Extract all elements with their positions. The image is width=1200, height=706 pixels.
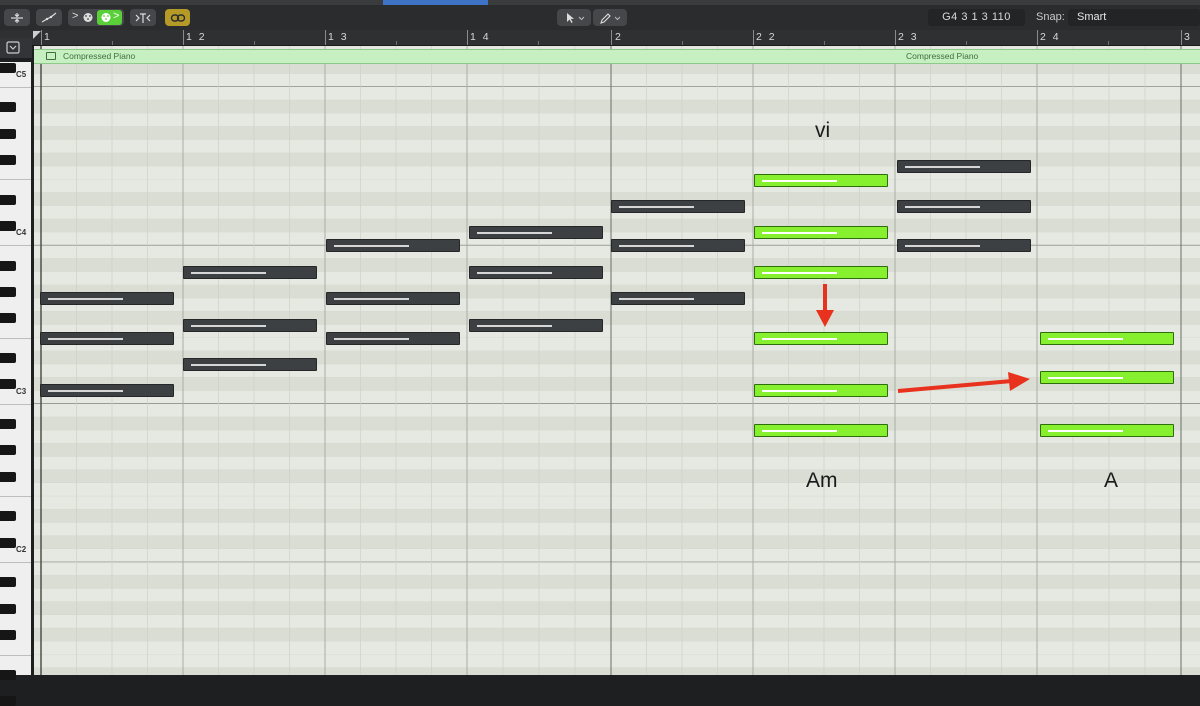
ruler-mark: 1 bbox=[44, 31, 52, 43]
black-key[interactable] bbox=[0, 696, 16, 706]
midi-note[interactable] bbox=[611, 292, 745, 305]
midi-note[interactable] bbox=[469, 226, 603, 239]
midi-note[interactable] bbox=[183, 358, 317, 371]
black-key[interactable] bbox=[0, 471, 16, 482]
link-icon[interactable] bbox=[165, 9, 190, 26]
region-name: Compressed Piano bbox=[63, 51, 136, 61]
region-header[interactable]: Compressed Piano Compressed Piano bbox=[34, 49, 1200, 64]
black-key[interactable] bbox=[0, 260, 16, 271]
black-key[interactable] bbox=[0, 379, 16, 390]
black-key[interactable] bbox=[0, 537, 16, 548]
midi-note[interactable] bbox=[40, 384, 174, 397]
vertical-scrollbar[interactable] bbox=[1184, 46, 1200, 675]
midi-note[interactable] bbox=[469, 266, 603, 279]
midi-note[interactable] bbox=[326, 239, 460, 252]
roman-numeral-label: vi bbox=[815, 119, 831, 142]
midi-note-selected[interactable] bbox=[1040, 332, 1174, 345]
midi-note[interactable] bbox=[611, 200, 745, 213]
key-label-c3: C3 bbox=[16, 387, 27, 396]
ruler-mark: 1 4 bbox=[470, 31, 491, 43]
midi-plug-icon bbox=[83, 13, 93, 22]
midi-note[interactable] bbox=[40, 332, 174, 345]
black-key[interactable] bbox=[0, 577, 16, 588]
midi-note[interactable] bbox=[183, 266, 317, 279]
automation-curve-icon[interactable] bbox=[36, 9, 62, 26]
bar-ruler[interactable]: 1 1 2 1 3 1 4 2 2 2 2 3 2 4 3 bbox=[0, 30, 1200, 46]
midi-note-selected[interactable] bbox=[1040, 424, 1174, 437]
snap-select[interactable]: Smart bbox=[1068, 9, 1200, 26]
midi-note-selected[interactable] bbox=[754, 226, 888, 239]
midi-note-selected[interactable] bbox=[754, 384, 888, 397]
key-divider bbox=[0, 337, 31, 339]
black-key[interactable] bbox=[0, 194, 16, 205]
midi-thru-group: > > bbox=[68, 9, 124, 26]
midi-note-selected[interactable] bbox=[754, 174, 888, 187]
key-divider bbox=[0, 496, 31, 498]
black-key[interactable] bbox=[0, 313, 16, 324]
ruler-mark: 2 bbox=[615, 31, 623, 43]
black-key[interactable] bbox=[0, 603, 16, 614]
midi-note[interactable] bbox=[897, 200, 1031, 213]
midi-note[interactable] bbox=[326, 292, 460, 305]
selected-track-strip[interactable] bbox=[383, 0, 488, 5]
ruler-mark: 2 4 bbox=[1040, 31, 1061, 43]
track-strip bbox=[0, 0, 1200, 5]
midi-out-icon[interactable]: > bbox=[97, 10, 122, 25]
region-play-icon bbox=[46, 52, 56, 60]
key-label-c4: C4 bbox=[16, 228, 27, 237]
key-divider bbox=[0, 245, 31, 247]
pointer-tool-icon[interactable] bbox=[557, 9, 591, 26]
midi-note[interactable] bbox=[326, 332, 460, 345]
position-display: G4 3 1 3 110 bbox=[928, 9, 1025, 26]
black-key[interactable] bbox=[0, 221, 16, 231]
black-key[interactable] bbox=[0, 445, 16, 456]
region-name-repeat: Compressed Piano bbox=[906, 51, 979, 61]
ruler-mark: 2 2 bbox=[756, 31, 777, 43]
piano-keyboard[interactable]: C5 C4 C3 C2 bbox=[0, 62, 33, 706]
ruler-mark: 1 3 bbox=[328, 31, 349, 43]
midi-note[interactable] bbox=[40, 292, 174, 305]
ruler-mark: 3 bbox=[1184, 31, 1192, 43]
midi-note[interactable] bbox=[183, 319, 317, 332]
black-key[interactable] bbox=[0, 102, 16, 113]
key-divider bbox=[0, 403, 31, 405]
midi-note[interactable] bbox=[611, 239, 745, 252]
midi-note-selected[interactable] bbox=[1040, 371, 1174, 384]
black-key[interactable] bbox=[0, 511, 16, 522]
ruler-mark: 2 3 bbox=[898, 31, 919, 43]
toolbar: > > G4 3 1 3 110 Snap: Smart bbox=[0, 0, 1200, 31]
black-key[interactable] bbox=[0, 419, 16, 429]
black-key[interactable] bbox=[0, 128, 16, 139]
midi-note-selected[interactable] bbox=[754, 332, 888, 345]
key-divider bbox=[0, 654, 31, 656]
black-key[interactable] bbox=[0, 630, 16, 641]
playhead-marker-icon[interactable] bbox=[33, 31, 41, 39]
chord-label-a: A bbox=[1104, 469, 1119, 492]
black-key[interactable] bbox=[0, 155, 16, 165]
midi-note[interactable] bbox=[897, 160, 1031, 173]
piano-roll-grid[interactable]: Compressed Piano Compressed Piano vi Am … bbox=[34, 46, 1200, 675]
black-key[interactable] bbox=[0, 353, 16, 363]
snap-label: Snap: bbox=[1036, 11, 1065, 23]
chord-label-am: Am bbox=[806, 469, 838, 492]
midi-note-selected[interactable] bbox=[754, 424, 888, 437]
midi-note-selected[interactable] bbox=[754, 266, 888, 279]
region-toggle-button[interactable] bbox=[0, 38, 32, 58]
midi-note[interactable] bbox=[897, 239, 1031, 252]
midi-note[interactable] bbox=[469, 319, 603, 332]
key-divider bbox=[0, 179, 31, 181]
ruler-mark: 1 2 bbox=[186, 31, 207, 43]
key-divider bbox=[0, 87, 31, 88]
key-label-c5: C5 bbox=[16, 70, 27, 79]
collapse-icon[interactable] bbox=[4, 9, 30, 26]
key-divider bbox=[0, 562, 31, 564]
pencil-tool-icon[interactable] bbox=[593, 9, 627, 26]
black-key[interactable] bbox=[0, 62, 16, 73]
black-key[interactable] bbox=[0, 287, 16, 297]
key-label-c2: C2 bbox=[16, 545, 27, 554]
midi-in-icon[interactable]: > bbox=[72, 10, 78, 22]
quantize-icon[interactable] bbox=[130, 9, 156, 26]
